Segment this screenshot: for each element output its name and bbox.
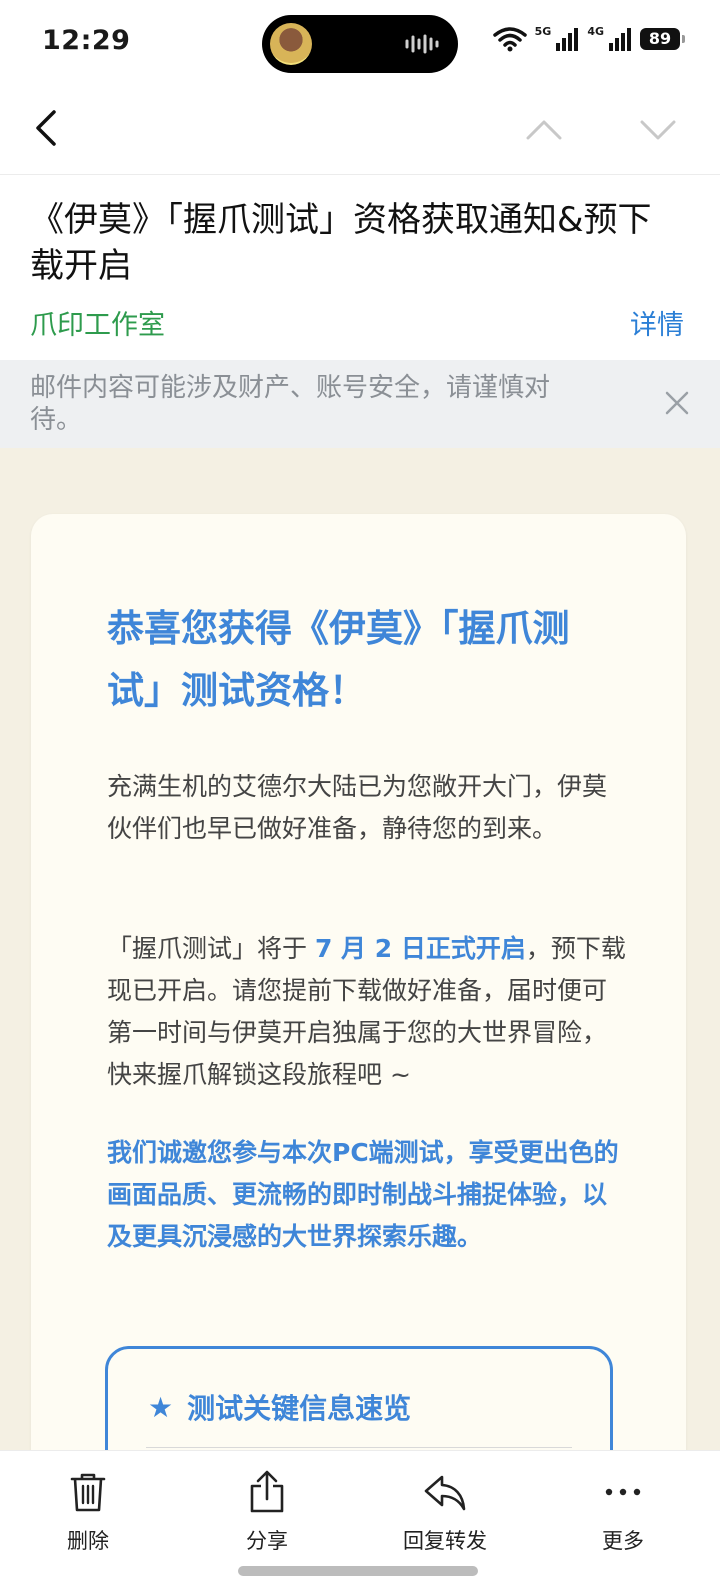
delete-label: 删除 [67,1529,109,1553]
sender-name[interactable]: 爪印工作室 [30,303,165,342]
wifi-icon [492,27,527,52]
dynamic-island[interactable] [262,15,458,73]
status-time: 12:29 [42,25,131,56]
status-bar: 12:29 5G 4G 89 [0,0,720,86]
email-paragraph-3: 我们诚邀您参与本次PC端测试，享受更出色的画面品质、更流畅的即时制战斗捕捉体验，… [107,1138,619,1251]
reply-forward-button[interactable]: 回复转发 [385,1469,505,1555]
delete-button[interactable]: 删除 [28,1469,148,1555]
status-icons: 5G 4G 89 [492,24,685,52]
key-info-title-text: 测试关键信息速览 [187,1392,412,1425]
more-icon [605,1488,641,1496]
details-link[interactable]: 详情 [630,303,684,342]
share-label: 分享 [246,1529,288,1553]
star-icon: ★ [148,1390,174,1424]
security-warning-banner: 邮件内容可能涉及财产、账号安全，请谨慎对待。 [0,360,720,448]
share-button[interactable]: 分享 [207,1469,327,1555]
email-paragraph-2: 「握爪测试」将于 7 月 2 日正式开启，预下载现已开启。请您提前下载做好准备，… [107,928,627,1096]
cellular-signal-icon [609,28,631,51]
more-button[interactable]: 更多 [563,1469,683,1555]
divider [146,1447,572,1448]
bottom-toolbar: 删除 分享 回复转发 更多 [0,1450,720,1585]
signal-label-4g: 4G [587,24,604,38]
more-label: 更多 [602,1529,644,1553]
trash-icon [70,1473,106,1512]
nav-bar [0,86,720,175]
home-indicator[interactable] [238,1566,478,1576]
email-title: 恭喜您获得《伊莫》「握爪测试」测试资格！ [107,607,570,712]
reply-forward-label: 回复转发 [403,1529,487,1553]
warning-text: 邮件内容可能涉及财产、账号安全，请谨慎对待。 [30,373,551,435]
signal-label-5g: 5G [534,24,552,38]
start-date-highlight: 7 月 2 日正式开启 [314,934,526,963]
island-avatar-icon [270,23,312,65]
mail-header: 《伊莫》「握爪测试」资格获取通知&预下载开启 爪印工作室 详情 [0,175,720,360]
chevron-down-icon[interactable] [636,110,680,150]
chevron-left-icon[interactable] [30,106,70,150]
chevron-up-icon[interactable] [522,110,566,150]
paragraph-2-start: 「握爪测试」将于 [107,934,315,963]
email-content-card: 恭喜您获得《伊莫》「握爪测试」测试资格！ 充满生机的艾德尔大陆已为您敞开大门，伊… [31,514,686,1552]
close-icon[interactable] [664,390,690,416]
battery-indicator: 89 [640,28,685,50]
email-paragraph-1: 充满生机的艾德尔大陆已为您敞开大门，伊莫伙伴们也早已做好准备，静待您的到来。 [107,772,608,843]
cellular-signal-icon [556,28,579,51]
share-icon [250,1470,284,1513]
audio-wave-icon [405,34,439,54]
key-info-title: ★ 测试关键信息速览 [148,1387,411,1427]
mail-subject: 《伊莫》「握爪测试」资格获取通知&预下载开启 [30,200,652,286]
reply-icon [424,1475,466,1511]
